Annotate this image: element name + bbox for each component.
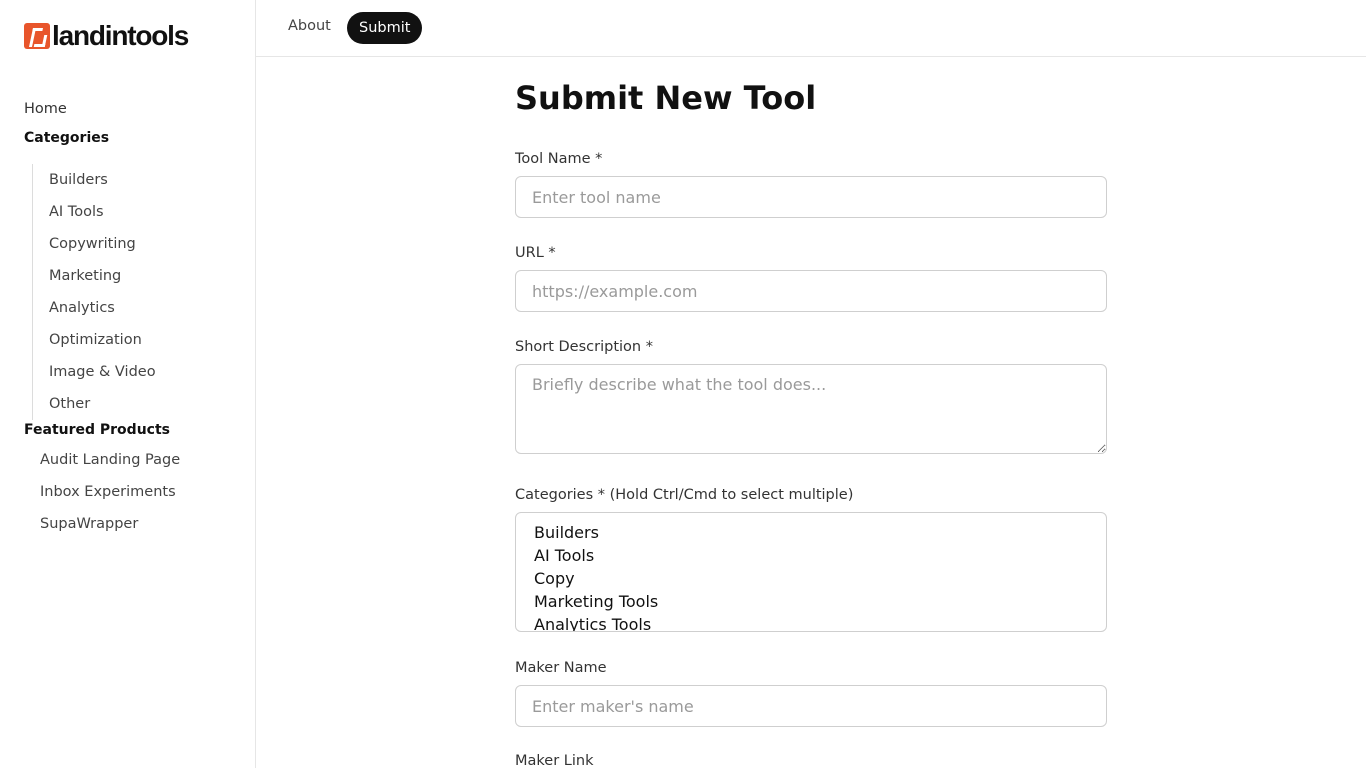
logo-text: landintools [52, 20, 189, 51]
logo-mark-icon [24, 23, 50, 49]
sidebar-item-home[interactable]: Home [24, 101, 67, 117]
description-label: Short Description * [515, 339, 653, 355]
categories-label: Categories * (Hold Ctrl/Cmd to select mu… [515, 487, 854, 503]
sidebar-item-image-video[interactable]: Image & Video [33, 356, 232, 388]
categories-multiselect[interactable]: Builders AI Tools Copy Marketing Tools A… [515, 512, 1107, 632]
sidebar-item-analytics[interactable]: Analytics [33, 292, 232, 324]
sidebar: landintools Home Categories Builders AI … [0, 0, 256, 768]
sidebar-item-marketing[interactable]: Marketing [33, 260, 232, 292]
sidebar-item-copywriting[interactable]: Copywriting [33, 228, 232, 260]
nav-submit-button[interactable]: Submit [347, 12, 423, 44]
page-title: Submit New Tool [515, 79, 817, 117]
logo[interactable]: landintools [24, 20, 189, 52]
maker-name-input[interactable] [515, 685, 1107, 727]
maker-link-label: Maker Link [515, 753, 594, 768]
sidebar-item-other[interactable]: Other [33, 388, 232, 420]
featured-list: Audit Landing Page Inbox Experiments Sup… [40, 444, 180, 540]
url-input[interactable] [515, 270, 1107, 312]
category-option[interactable]: Marketing Tools [534, 590, 1088, 613]
category-list: Builders AI Tools Copywriting Marketing … [32, 164, 232, 420]
tool-name-input[interactable] [515, 176, 1107, 218]
sidebar-item-ai-tools[interactable]: AI Tools [33, 196, 232, 228]
nav-about-link[interactable]: About [288, 18, 331, 34]
description-textarea[interactable] [515, 364, 1107, 454]
url-label: URL * [515, 245, 556, 261]
featured-heading: Featured Products [24, 422, 170, 438]
category-option[interactable]: AI Tools [534, 544, 1088, 567]
categories-heading: Categories [24, 130, 110, 146]
sidebar-item-builders[interactable]: Builders [33, 164, 232, 196]
maker-name-label: Maker Name [515, 660, 607, 676]
category-option[interactable]: Copy [534, 567, 1088, 590]
category-option[interactable]: Builders [534, 521, 1088, 544]
top-bar: About Submit [256, 0, 1366, 57]
category-option[interactable]: Analytics Tools [534, 613, 1088, 631]
featured-item-inbox-experiments[interactable]: Inbox Experiments [40, 476, 180, 508]
sidebar-item-optimization[interactable]: Optimization [33, 324, 232, 356]
tool-name-label: Tool Name * [515, 151, 603, 167]
featured-item-audit-landing-page[interactable]: Audit Landing Page [40, 444, 180, 476]
featured-item-supawrapper[interactable]: SupaWrapper [40, 508, 180, 540]
